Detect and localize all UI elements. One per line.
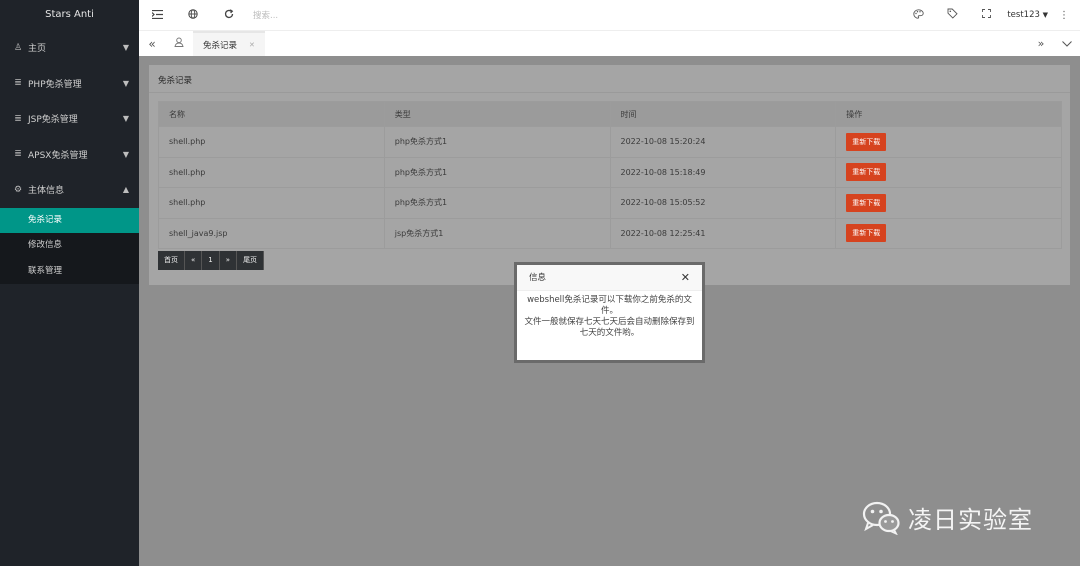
refresh-icon[interactable] bbox=[211, 8, 247, 22]
dialog-title: 信息 bbox=[529, 273, 547, 283]
close-tab-icon[interactable]: ✕ bbox=[249, 41, 255, 49]
redownload-button[interactable]: 重新下载 bbox=[846, 193, 887, 212]
sidebar-item-jsp[interactable]: ≣ JSP免杀管理 ▼ bbox=[0, 101, 139, 137]
search-input[interactable]: 搜索... bbox=[253, 9, 453, 21]
cell-time: 2022-10-08 15:20:24 bbox=[609, 126, 837, 158]
sidebar-item-label: APSX免杀管理 bbox=[28, 150, 88, 161]
sidebar-item-label: 主体信息 bbox=[28, 186, 65, 197]
more-vertical-icon[interactable]: ⋮ bbox=[1058, 10, 1070, 21]
dialog-body: webshell免杀记录可以下载你之前免杀的文件。 文件一般就保存七天七天后会自… bbox=[517, 291, 702, 343]
table-row: shell_java9.jsp jsp免杀方式1 2022-10-08 12:2… bbox=[158, 217, 1062, 249]
table-row: shell.php php免杀方式1 2022-10-08 15:18:49 重… bbox=[158, 156, 1062, 188]
records-table: 名称 类型 时间 操作 shell.php php免杀方式1 2022-10-0… bbox=[158, 101, 1062, 249]
column-header-type: 类型 bbox=[383, 101, 611, 127]
card-title: 免杀记录 bbox=[158, 76, 193, 86]
tabs-scroll-right-icon[interactable]: » bbox=[1028, 37, 1054, 50]
cell-action: 重新下载 bbox=[835, 217, 1062, 249]
cell-name: shell.php bbox=[158, 156, 385, 188]
list-icon: ≣ bbox=[14, 78, 22, 89]
sidebar-item-label: PHP免杀管理 bbox=[28, 79, 82, 90]
records-card: 免杀记录 名称 类型 时间 操作 shell.php php免杀方式1 2022… bbox=[149, 65, 1070, 285]
sidebar-item-subject-info[interactable]: ⚙ 主体信息 ▲ bbox=[0, 172, 139, 208]
tab-label: 免杀记录 bbox=[203, 40, 238, 51]
cell-name: shell.php bbox=[158, 187, 385, 219]
caret-down-icon: ▼ bbox=[122, 78, 129, 88]
pagination: 首页 « 1 » 尾页 bbox=[158, 251, 265, 270]
redownload-button[interactable]: 重新下载 bbox=[846, 224, 887, 243]
cell-action: 重新下载 bbox=[835, 187, 1062, 219]
caret-down-icon: ▼ bbox=[122, 114, 129, 124]
table-row: shell.php php免杀方式1 2022-10-08 15:05:52 重… bbox=[158, 187, 1062, 219]
dialog-message-line: 文件一般就保存七天七天后会自动删除保存到七天的文件哟。 bbox=[524, 317, 695, 338]
sidebar-submenu: 免杀记录 修改信息 联系管理 bbox=[0, 207, 139, 285]
watermark: 凌日实验室 bbox=[862, 500, 1033, 535]
sidebar-item-label: 主页 bbox=[28, 44, 47, 55]
user-icon: ♙ bbox=[13, 42, 23, 53]
cell-time: 2022-10-08 12:25:41 bbox=[609, 217, 837, 249]
tab-bar-right: » bbox=[1028, 37, 1080, 50]
table-header-row: 名称 类型 时间 操作 bbox=[158, 101, 1062, 127]
dialog-message-line: webshell免杀记录可以下载你之前免杀的文件。 bbox=[527, 295, 692, 316]
close-icon[interactable]: ✕ bbox=[681, 265, 690, 291]
sidebar: Stars Anti ♙ 主页 ▼ ≣ PHP免杀管理 ▼ ≣ JSP免杀管理 … bbox=[0, 0, 139, 566]
pager-last-button[interactable]: 尾页 bbox=[237, 251, 265, 270]
table-row: shell.php php免杀方式1 2022-10-08 15:20:24 重… bbox=[158, 126, 1062, 158]
cell-action: 重新下载 bbox=[835, 126, 1062, 158]
palette-icon[interactable] bbox=[901, 8, 935, 22]
caret-down-icon: ▼ bbox=[122, 43, 129, 53]
cell-type: php免杀方式1 bbox=[383, 187, 611, 219]
cell-type: php免杀方式1 bbox=[383, 126, 611, 158]
caret-down-icon: ▼ bbox=[1042, 11, 1048, 19]
column-header-time: 时间 bbox=[609, 101, 837, 127]
list-icon: ≣ bbox=[14, 149, 22, 160]
cell-type: jsp免杀方式1 bbox=[383, 217, 611, 249]
menu-toggle-icon[interactable] bbox=[139, 9, 175, 22]
column-header-name: 名称 bbox=[158, 101, 385, 127]
home-tab-icon[interactable] bbox=[165, 37, 193, 50]
column-header-action: 操作 bbox=[835, 101, 1062, 127]
cell-name: shell_java9.jsp bbox=[158, 217, 385, 249]
username: test123 bbox=[1007, 10, 1040, 20]
globe-icon[interactable] bbox=[175, 8, 211, 22]
watermark-text: 凌日实验室 bbox=[908, 506, 1033, 534]
gear-icon: ⚙ bbox=[13, 184, 23, 195]
redownload-button[interactable]: 重新下载 bbox=[846, 132, 887, 151]
tab-bar: « 免杀记录 ✕ » bbox=[139, 30, 1080, 57]
sidebar-item-home[interactable]: ♙ 主页 ▼ bbox=[0, 30, 139, 66]
fullscreen-icon[interactable] bbox=[969, 9, 1003, 21]
tabs-scroll-left-icon[interactable]: « bbox=[139, 37, 165, 51]
cell-time: 2022-10-08 15:05:52 bbox=[609, 187, 837, 219]
list-icon: ≣ bbox=[14, 113, 22, 124]
caret-up-icon: ▲ bbox=[122, 185, 129, 195]
redownload-button[interactable]: 重新下载 bbox=[846, 163, 887, 182]
pager-prev-button[interactable]: « bbox=[185, 251, 203, 270]
header-right: test123 ▼ ⋮ bbox=[901, 8, 1080, 22]
pager-first-button[interactable]: 首页 bbox=[158, 251, 185, 270]
sidebar-item-label: JSP免杀管理 bbox=[28, 115, 78, 126]
cell-name: shell.php bbox=[158, 126, 385, 158]
user-menu[interactable]: test123 ▼ bbox=[1007, 10, 1048, 20]
pager-page-button[interactable]: 1 bbox=[202, 251, 220, 270]
top-header: 搜索... test123 ▼ ⋮ bbox=[139, 0, 1080, 30]
cell-time: 2022-10-08 15:18:49 bbox=[609, 156, 837, 188]
tabs-dropdown-icon[interactable] bbox=[1054, 37, 1080, 50]
card-divider bbox=[149, 92, 1070, 93]
tab-records[interactable]: 免杀记录 ✕ bbox=[193, 30, 265, 57]
info-dialog: 信息 ✕ webshell免杀记录可以下载你之前免杀的文件。 文件一般就保存七天… bbox=[514, 262, 705, 363]
tag-icon[interactable] bbox=[935, 8, 969, 22]
sidebar-item-php[interactable]: ≣ PHP免杀管理 ▼ bbox=[0, 66, 139, 102]
wechat-logo-icon bbox=[862, 501, 900, 535]
brand-title: Stars Anti bbox=[45, 9, 94, 20]
sidebar-item-apsx[interactable]: ≣ APSX免杀管理 ▼ bbox=[0, 137, 139, 173]
cell-action: 重新下载 bbox=[835, 156, 1062, 188]
sidebar-subitem-contact-admin[interactable]: 联系管理 bbox=[0, 259, 139, 285]
sidebar-subitem-edit-info[interactable]: 修改信息 bbox=[0, 233, 139, 259]
caret-down-icon: ▼ bbox=[122, 149, 129, 159]
cell-type: php免杀方式1 bbox=[383, 156, 611, 188]
dialog-header: 信息 ✕ bbox=[517, 265, 702, 291]
pager-next-button[interactable]: » bbox=[219, 251, 238, 270]
sidebar-subitem-records[interactable]: 免杀记录 bbox=[0, 207, 139, 233]
